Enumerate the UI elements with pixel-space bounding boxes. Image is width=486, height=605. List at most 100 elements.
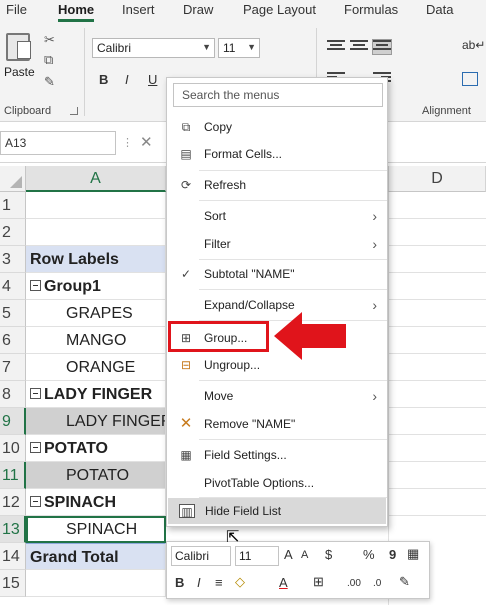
row-header[interactable]: 12 bbox=[0, 489, 26, 516]
format-table-icon[interactable]: ▦ bbox=[407, 546, 419, 562]
font-color-button[interactable]: A bbox=[279, 575, 288, 590]
collapse-minus-icon[interactable] bbox=[30, 280, 41, 291]
tab-draw[interactable]: Draw bbox=[183, 2, 213, 17]
menu-item-sort[interactable]: Sort › bbox=[167, 203, 387, 229]
select-all-corner[interactable] bbox=[0, 166, 26, 192]
alignment-group-label: Alignment bbox=[422, 105, 471, 117]
menu-item-pivottable-options[interactable]: PivotTable Options... bbox=[167, 470, 387, 496]
clipboard-launcher-icon[interactable] bbox=[70, 107, 78, 115]
row-header[interactable]: 1 bbox=[0, 192, 26, 219]
paste-button-label[interactable]: Paste bbox=[4, 65, 35, 79]
pivot-group-row[interactable]: POTATO bbox=[26, 435, 166, 462]
italic-button[interactable]: I bbox=[125, 72, 129, 87]
font-name-value: Calibri bbox=[97, 41, 132, 55]
pivot-item-row[interactable]: ORANGE bbox=[26, 354, 166, 381]
more-icon[interactable]: ⋮ bbox=[122, 136, 133, 149]
format-painter-icon[interactable]: ✎ bbox=[44, 74, 55, 90]
refresh-icon: ⟳ bbox=[180, 178, 192, 192]
menu-item-field-settings[interactable]: ▦ Field Settings... bbox=[167, 442, 387, 468]
menu-separator bbox=[199, 289, 387, 290]
comma-style-button[interactable]: 9 bbox=[389, 547, 396, 562]
collapse-minus-icon[interactable] bbox=[30, 442, 41, 453]
menu-search-input[interactable]: Search the menus bbox=[173, 83, 383, 107]
column-header-d[interactable]: D bbox=[388, 166, 486, 192]
underline-button[interactable]: U bbox=[148, 72, 157, 87]
menu-item-hide-field-list[interactable]: ▥ Hide Field List bbox=[168, 498, 386, 524]
cancel-icon[interactable]: ✕ bbox=[140, 133, 153, 151]
group-label: Group1 bbox=[44, 278, 101, 295]
cell-a15[interactable] bbox=[26, 570, 166, 597]
currency-button[interactable]: $ bbox=[325, 547, 332, 562]
menu-item-remove[interactable]: ✕ Remove "NAME" bbox=[167, 411, 387, 437]
row-header[interactable]: 7 bbox=[0, 354, 26, 381]
pivot-row-labels-header[interactable]: Row Labels bbox=[26, 246, 166, 273]
cut-icon[interactable]: ✂ bbox=[44, 32, 55, 48]
row-header[interactable]: 6 bbox=[0, 327, 26, 354]
pivot-group-row[interactable]: LADY FINGER bbox=[26, 381, 166, 408]
pivot-item-row[interactable]: POTATO bbox=[26, 462, 166, 489]
tab-home[interactable]: Home bbox=[58, 2, 94, 17]
fill-color-icon[interactable]: ◇ bbox=[235, 574, 245, 590]
tab-page-layout[interactable]: Page Layout bbox=[243, 2, 316, 17]
row-header[interactable]: 4 bbox=[0, 273, 26, 300]
format-cells-icon: ▤ bbox=[180, 147, 192, 161]
row-header[interactable]: 13 bbox=[0, 516, 26, 543]
pivot-group-row[interactable]: Group1 bbox=[26, 273, 166, 300]
copy-icon[interactable]: ⧉ bbox=[44, 52, 53, 68]
bold-button[interactable]: B bbox=[99, 72, 108, 87]
format-painter-icon[interactable]: ✎ bbox=[399, 574, 410, 590]
pivot-group-row[interactable]: SPINACH bbox=[26, 489, 166, 516]
decrease-decimal-button[interactable]: .0 bbox=[373, 578, 381, 589]
collapse-minus-icon[interactable] bbox=[30, 388, 41, 399]
align-bottom-icon[interactable] bbox=[372, 39, 392, 55]
increase-decimal-button[interactable]: .00 bbox=[347, 578, 361, 589]
tab-formulas[interactable]: Formulas bbox=[344, 2, 398, 17]
mini-bold-button[interactable]: B bbox=[175, 575, 184, 590]
menu-item-label: Filter bbox=[204, 237, 231, 251]
name-box[interactable]: A13 bbox=[0, 131, 116, 155]
pivot-item-row[interactable]: GRAPES bbox=[26, 300, 166, 327]
increase-font-button[interactable]: A bbox=[284, 547, 293, 562]
column-header-a[interactable]: A bbox=[26, 166, 166, 192]
row-header[interactable]: 2 bbox=[0, 219, 26, 246]
menu-item-refresh[interactable]: ⟳ Refresh bbox=[167, 172, 387, 198]
mini-italic-button[interactable]: I bbox=[197, 575, 201, 590]
font-size-dropdown[interactable]: 11 ▼ bbox=[218, 38, 260, 58]
paste-icon[interactable] bbox=[6, 33, 31, 61]
row-header[interactable]: 11 bbox=[0, 462, 26, 489]
mini-size-dropdown[interactable]: 11 bbox=[235, 546, 279, 566]
tab-file[interactable]: File bbox=[6, 2, 27, 17]
menu-item-copy[interactable]: ⧉ Copy bbox=[167, 114, 387, 140]
pivot-grand-total[interactable]: Grand Total bbox=[26, 543, 166, 570]
font-name-dropdown[interactable]: Calibri ▼ bbox=[92, 38, 215, 58]
row-header[interactable]: 14 bbox=[0, 543, 26, 570]
cell-a2[interactable] bbox=[26, 219, 166, 246]
menu-item-format-cells[interactable]: ▤ Format Cells... bbox=[167, 141, 387, 167]
merge-center-icon[interactable] bbox=[462, 72, 478, 86]
menu-item-filter[interactable]: Filter › bbox=[167, 231, 387, 257]
mini-font-dropdown[interactable]: Calibri bbox=[171, 546, 231, 566]
tab-insert[interactable]: Insert bbox=[122, 2, 155, 17]
tab-data[interactable]: Data bbox=[426, 2, 453, 17]
percent-button[interactable]: % bbox=[363, 547, 375, 562]
row-header[interactable]: 15 bbox=[0, 570, 26, 597]
collapse-minus-icon[interactable] bbox=[30, 496, 41, 507]
menu-item-move[interactable]: Move › bbox=[167, 383, 387, 409]
menu-item-subtotal[interactable]: ✓ Subtotal "NAME" bbox=[167, 261, 387, 287]
row-header[interactable]: 9 bbox=[0, 408, 26, 435]
align-middle-icon[interactable] bbox=[350, 40, 368, 54]
gridline bbox=[388, 434, 486, 435]
pivot-item-row[interactable]: MANGO bbox=[26, 327, 166, 354]
row-header[interactable]: 10 bbox=[0, 435, 26, 462]
cell-a1[interactable] bbox=[26, 192, 166, 219]
align-top-icon[interactable] bbox=[327, 40, 345, 54]
decrease-font-button[interactable]: A bbox=[301, 549, 308, 561]
pivot-item-row[interactable]: LADY FINGER bbox=[26, 408, 166, 435]
row-header[interactable]: 3 bbox=[0, 246, 26, 273]
row-header[interactable]: 8 bbox=[0, 381, 26, 408]
active-cell[interactable]: SPINACH bbox=[26, 516, 166, 543]
borders-icon[interactable]: ⊞ bbox=[313, 574, 324, 590]
row-header[interactable]: 5 bbox=[0, 300, 26, 327]
wrap-text-icon[interactable]: ab↵ bbox=[462, 38, 485, 52]
mini-align-icon[interactable]: ≡ bbox=[215, 575, 223, 590]
